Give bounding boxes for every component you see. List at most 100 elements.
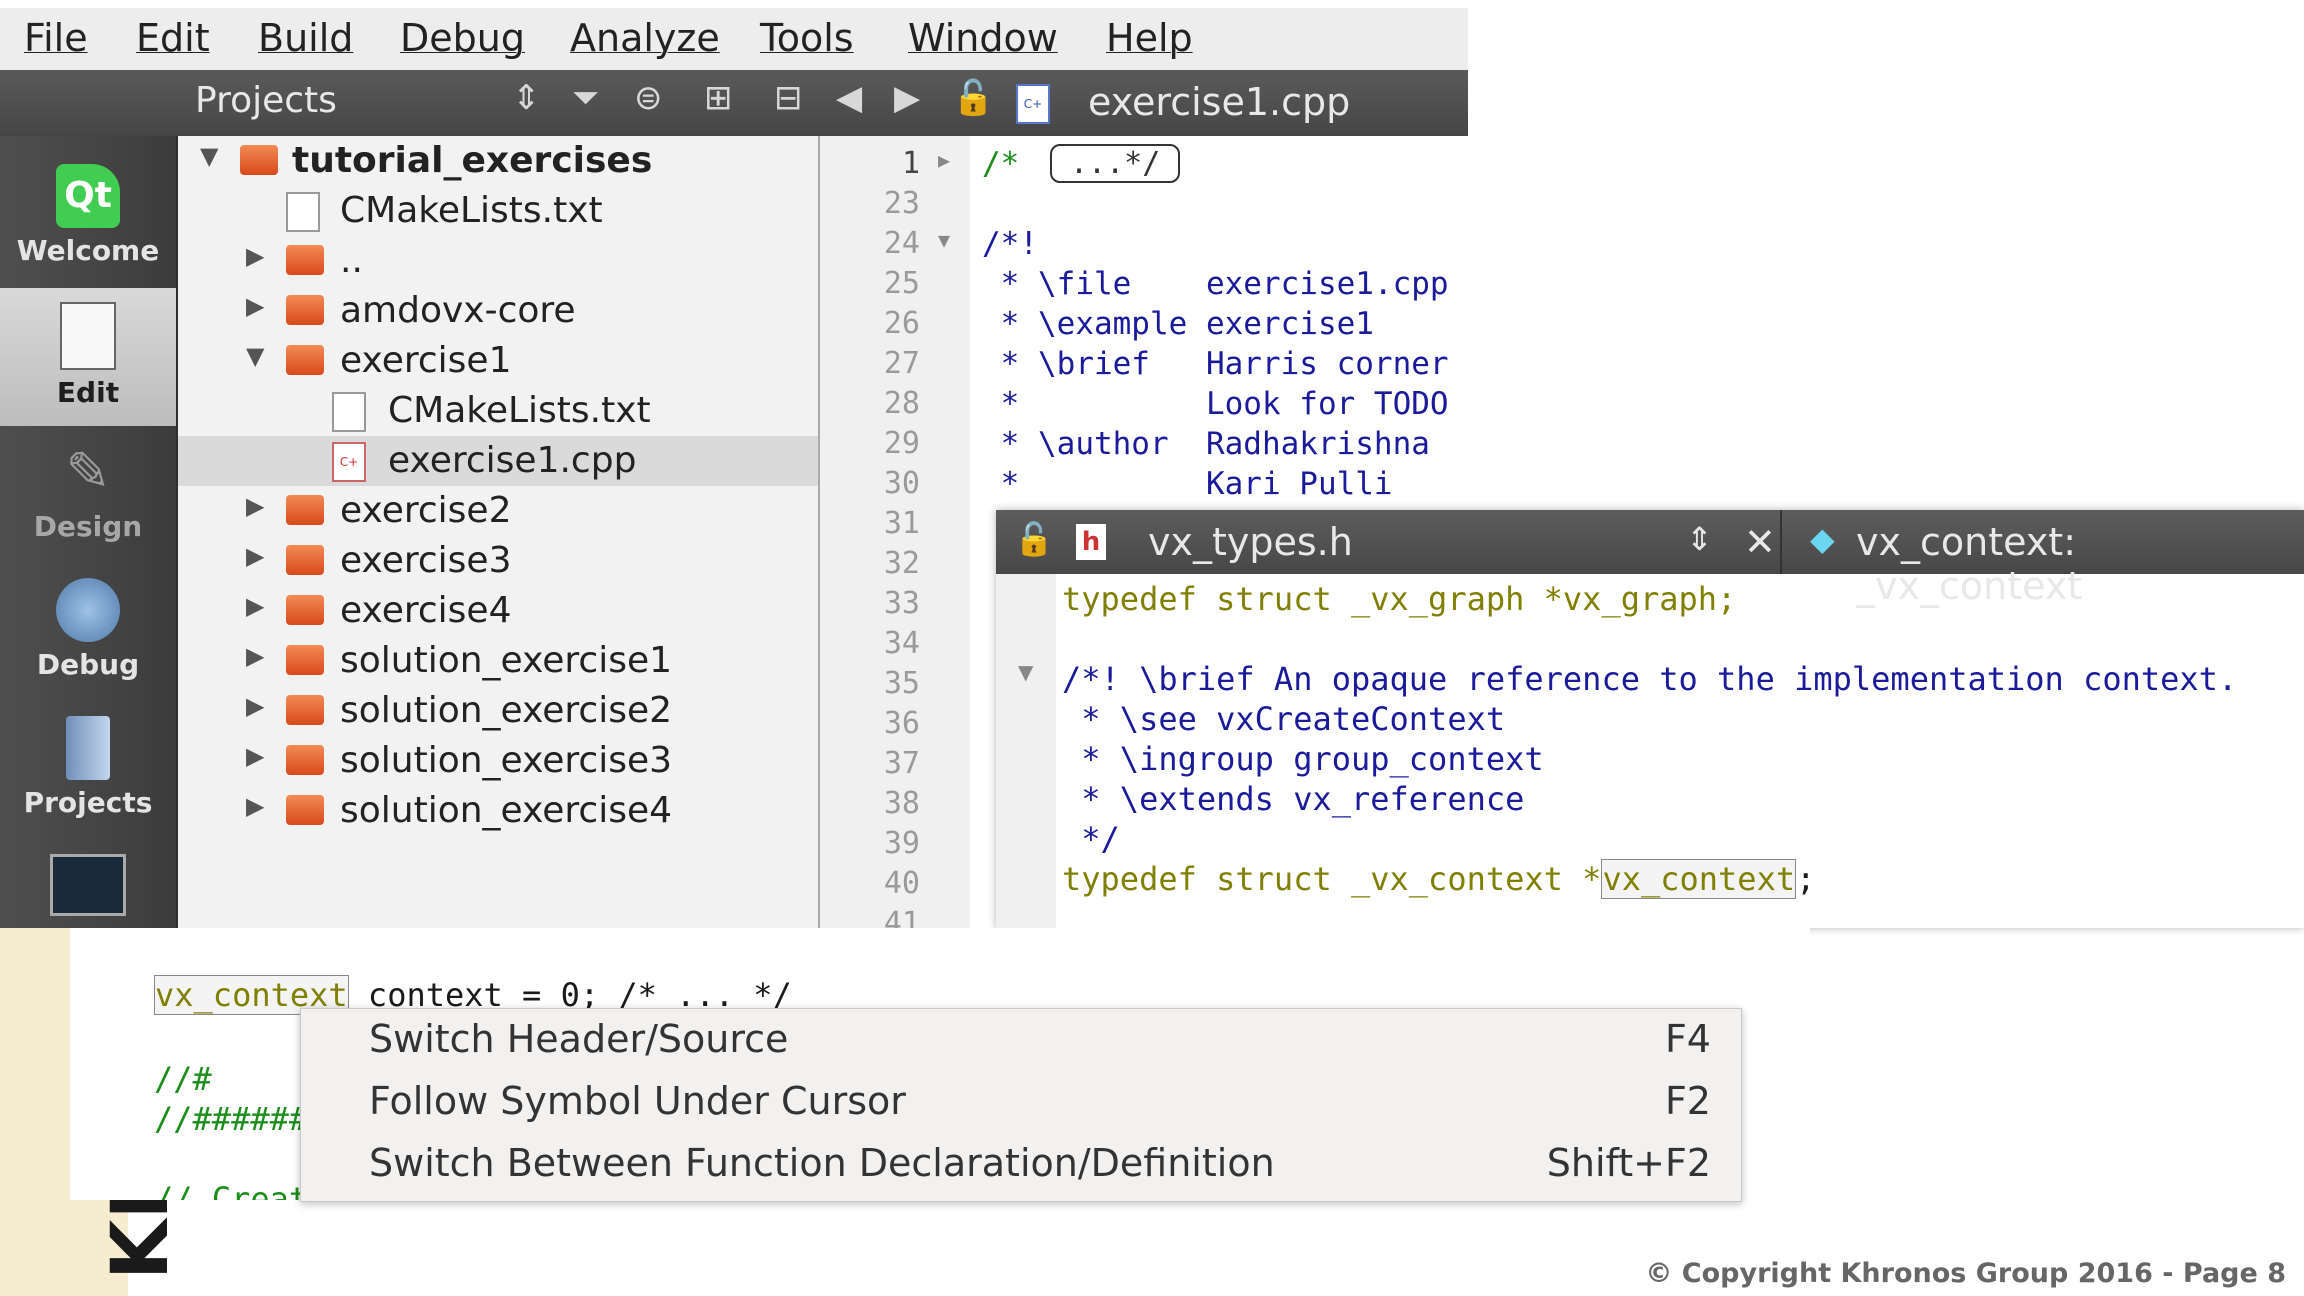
qt-logo-icon: Qt — [56, 164, 120, 228]
collapsed-arrow-icon[interactable]: ▶ — [246, 592, 264, 620]
collapsed-arrow-icon[interactable]: ▶ — [246, 492, 264, 520]
lock-icon[interactable]: 🔓 — [952, 78, 994, 118]
symbol-selector[interactable]: vx_context: _vx_context — [1856, 520, 2304, 608]
tree-item[interactable]: ▶ exercise4 — [178, 586, 818, 636]
back-arrow-icon[interactable]: ◀ — [836, 78, 862, 118]
tree-item-selected[interactable]: C+ exercise1.cpp — [178, 436, 818, 486]
collapsed-arrow-icon[interactable]: ▶ — [246, 642, 264, 670]
menu-file[interactable]: File — [24, 16, 88, 60]
menu-item-switch-declaration-definition[interactable]: Switch Between Function Declaration/Defi… — [301, 1133, 1741, 1195]
menu-item-switch-header-source[interactable]: Switch Header/Source F4 — [301, 1009, 1741, 1071]
mode-projects[interactable]: Projects — [0, 702, 176, 840]
tree-item[interactable]: ▶ exercise3 — [178, 536, 818, 586]
tree-item-root[interactable]: ▼ tutorial_exercises — [178, 136, 818, 186]
mode-debug[interactable]: Debug — [0, 564, 176, 702]
header-editor-toolbar: 🔓 h vx_types.h ⇕ ✕ ◆ vx_context: _vx_con… — [996, 510, 2304, 608]
edit-document-icon — [60, 302, 116, 370]
code-line: //# — [154, 1060, 212, 1098]
fold-expanded-icon[interactable]: ▼ — [938, 228, 950, 252]
tree-item[interactable]: ▶ solution_exercise1 — [178, 636, 818, 686]
header-file-editor[interactable]: 🔓 h vx_types.h ⇕ ✕ ◆ vx_context: _vx_con… — [996, 510, 2304, 928]
code-line: * \author Radhakrishna — [982, 426, 1430, 462]
slide-footer: © Copyright Khronos Group 2016 - Page 8 — [1645, 1258, 2286, 1289]
mode-label: Edit — [56, 376, 120, 409]
text-file-icon — [286, 192, 320, 232]
line-number: 30 — [883, 466, 920, 501]
menu-debug[interactable]: Debug — [400, 16, 525, 60]
tree-item[interactable]: ▶ amdovx-core — [178, 286, 818, 336]
line-number: 41 — [883, 906, 920, 928]
tree-item[interactable]: CMakeLists.txt — [178, 386, 818, 436]
line-number: 25 — [883, 266, 920, 301]
fold-collapsed-icon[interactable]: ▶ — [938, 148, 950, 172]
line-number: 27 — [883, 346, 920, 381]
menu-build[interactable]: Build — [258, 16, 353, 60]
line-number: 33 — [883, 586, 920, 621]
code-text: typedef struct _vx_context * — [1062, 860, 1602, 898]
menu-analyze[interactable]: Analyze — [570, 16, 720, 60]
folder-icon — [286, 545, 324, 575]
menu-item-label: Switch Header/Source — [369, 1017, 789, 1061]
tree-item-label: solution_exercise4 — [340, 790, 673, 831]
forward-arrow-icon[interactable]: ▶ — [894, 78, 920, 118]
menu-item-shortcut: F2 — [1664, 1079, 1711, 1123]
folded-block-marker[interactable]: ...*/ — [1050, 144, 1181, 183]
collapsed-arrow-icon[interactable]: ▶ — [246, 742, 264, 770]
folder-icon — [286, 645, 324, 675]
tree-item[interactable]: ▶ solution_exercise2 — [178, 686, 818, 736]
symbol-highlight[interactable]: vx_context — [1601, 859, 1797, 899]
debug-bug-icon — [56, 578, 120, 642]
context-menu: Switch Header/Source F4 Follow Symbol Un… — [300, 1008, 1742, 1202]
close-pane-icon[interactable]: ⊟ — [774, 78, 803, 118]
line-number: 23 — [883, 186, 920, 221]
collapsed-arrow-icon[interactable]: ▶ — [246, 242, 264, 270]
line-number: 34 — [883, 626, 920, 661]
line-number: 40 — [883, 866, 920, 901]
code-line: /*! — [982, 226, 1038, 262]
menu-tools[interactable]: Tools — [760, 16, 854, 60]
projects-view-selector[interactable]: Projects — [195, 80, 337, 121]
tree-item-label: CMakeLists.txt — [340, 190, 603, 231]
mode-edit[interactable]: Edit — [0, 288, 176, 426]
header-file-selector[interactable]: vx_types.h — [1148, 520, 1353, 564]
collapsed-arrow-icon[interactable]: ▶ — [246, 542, 264, 570]
folder-icon — [286, 295, 324, 325]
mode-welcome[interactable]: Qt Welcome — [0, 150, 176, 288]
collapsed-arrow-icon[interactable]: ▶ — [246, 792, 264, 820]
line-number: 32 — [883, 546, 920, 581]
selector-updown-icon[interactable]: ⇕ — [512, 78, 541, 118]
tree-item[interactable]: ▶ exercise2 — [178, 486, 818, 536]
link-sync-icon[interactable]: ⊜ — [634, 78, 663, 118]
tree-item[interactable]: CMakeLists.txt — [178, 186, 818, 236]
collapsed-arrow-icon[interactable]: ▶ — [246, 292, 264, 320]
line-number: 1 — [901, 146, 920, 181]
tree-item-label: solution_exercise2 — [340, 690, 673, 731]
tree-item[interactable]: ▶ .. — [178, 236, 818, 286]
line-number: 35 — [883, 666, 920, 701]
expanded-arrow-icon[interactable]: ▼ — [200, 142, 218, 170]
collapsed-arrow-icon[interactable]: ▶ — [246, 692, 264, 720]
fold-expanded-icon[interactable]: ▼ — [1018, 660, 1033, 684]
close-icon[interactable]: ✕ — [1744, 520, 1776, 564]
tree-item[interactable]: ▼ exercise1 — [178, 336, 818, 386]
tree-item[interactable]: ▶ solution_exercise3 — [178, 736, 818, 786]
folder-icon — [286, 595, 324, 625]
open-file-selector[interactable]: exercise1.cpp — [1088, 80, 1350, 124]
selector-updown-icon[interactable]: ⇕ — [1686, 520, 1713, 558]
expanded-arrow-icon[interactable]: ▼ — [246, 342, 264, 370]
menu-help[interactable]: Help — [1106, 16, 1193, 60]
menu-edit[interactable]: Edit — [136, 16, 210, 60]
code-line: * \ingroup group_context — [1062, 740, 1544, 778]
tree-item-label: amdovx-core — [340, 290, 576, 331]
lock-icon[interactable]: 🔓 — [1014, 520, 1054, 558]
mode-design[interactable]: ✎ Design — [0, 426, 176, 564]
split-add-icon[interactable]: ⊞ — [704, 78, 733, 118]
menu-item-follow-symbol[interactable]: Follow Symbol Under Cursor F2 — [301, 1071, 1741, 1133]
mode-analyze[interactable]: A — [0, 840, 176, 928]
line-number: 31 — [883, 506, 920, 541]
tree-item[interactable]: ▶ solution_exercise4 — [178, 786, 818, 836]
menu-window[interactable]: Window — [908, 16, 1058, 60]
folder-icon — [286, 345, 324, 375]
filter-icon[interactable]: ⏷ — [572, 78, 599, 118]
mode-label: Welcome — [16, 234, 160, 267]
